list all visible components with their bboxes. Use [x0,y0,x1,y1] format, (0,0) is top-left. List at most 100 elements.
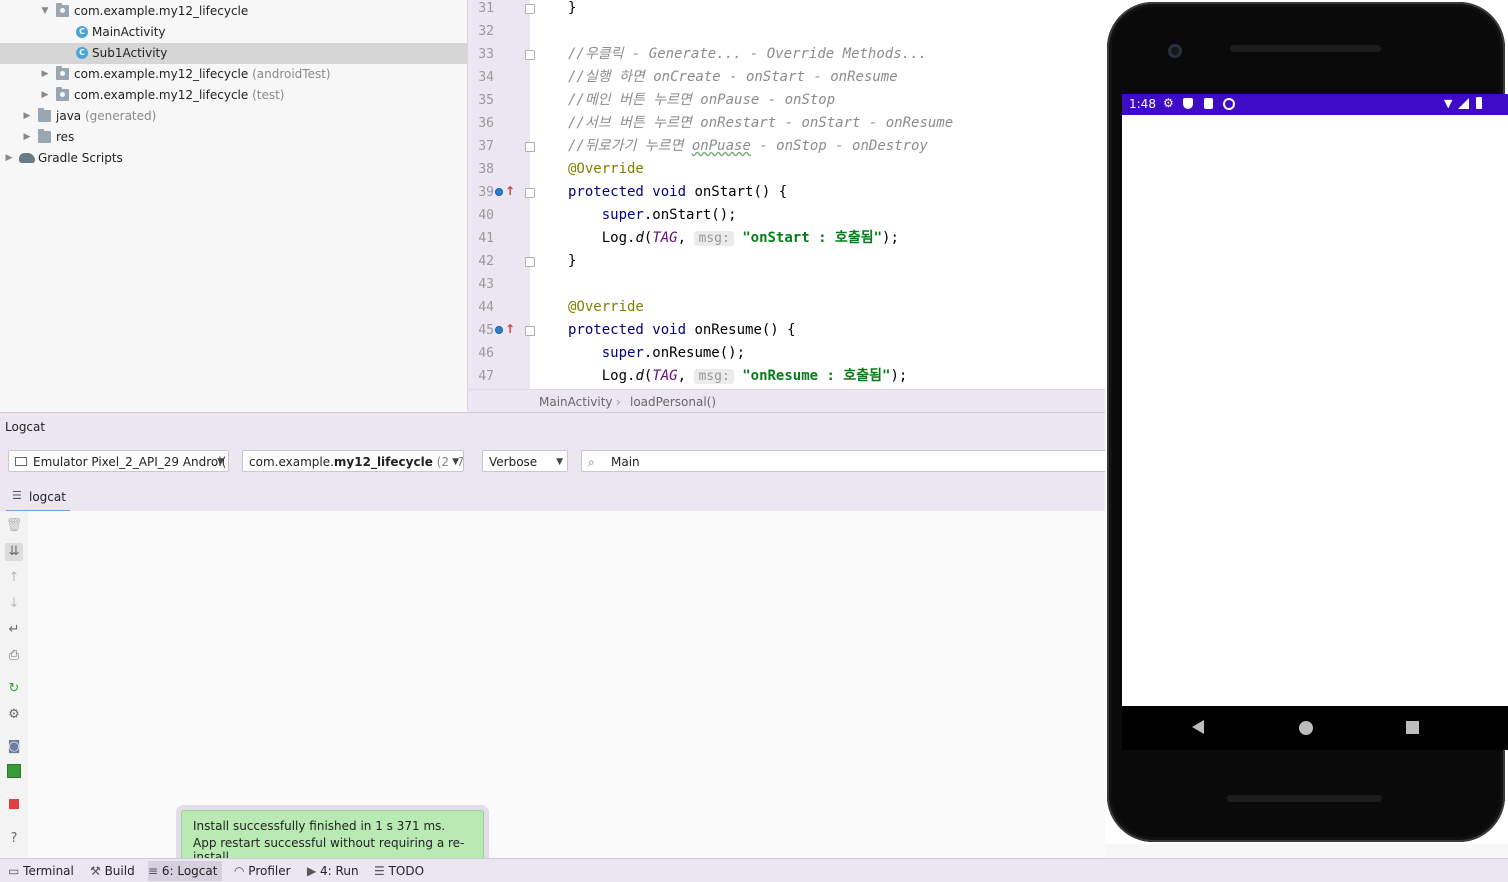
folder-icon [38,129,51,143]
logcat-title: Logcat [5,420,46,434]
chevron-right-icon[interactable]: ▶ [22,127,32,148]
help-icon[interactable]: ? [5,830,23,848]
code-line[interactable]: } [568,250,576,273]
tree-item[interactable]: ▶ com.example.my12_lifecycle (androidTest… [0,64,467,85]
tree-item[interactable]: ▼ com.example.my12_lifecycle [0,1,467,22]
tree-item-label: MainActivity [92,25,166,39]
recents-icon[interactable] [1406,721,1419,734]
logcat-toolbar: Emulator Pixel_2_API_29 Androi( ▼ com.ex… [0,440,1111,484]
line-number: 42 [478,254,494,269]
chevron-right-icon[interactable]: ▶ [40,64,50,85]
home-icon[interactable] [1299,721,1313,735]
logcat-search-input[interactable]: ⌕ Main [581,450,1111,472]
arrow-down-icon[interactable]: ↓ [5,595,23,613]
tree-item[interactable]: ▶ Gradle Scripts [0,148,467,169]
fold-marker-icon[interactable] [525,257,535,267]
code-line[interactable]: //실행 하면 onCreate - onStart - onResume [568,66,898,89]
code-line[interactable]: //뒤로가기 누르면 onPuase - onStop - onDestroy [568,135,928,158]
tree-item-hint: (test) [248,88,285,102]
logcat-icon: ≡ [148,864,162,878]
tool-tab-terminal[interactable]: ▭ Terminal [8,861,78,881]
line-number: 40 [478,208,494,223]
tool-tab-logcat[interactable]: ≡ 6: Logcat [148,861,222,881]
tab-logcat[interactable]: ☰ logcat [6,484,70,512]
code-line[interactable]: //서브 버튼 누르면 onRestart - onStart - onResu… [568,112,953,135]
restart-icon[interactable]: ↻ [5,680,23,698]
no-sync-icon [1223,98,1235,110]
code-line[interactable]: } [568,0,576,20]
soft-wrap-icon[interactable]: ↵ [5,621,23,639]
code-line[interactable]: @Override [568,296,644,319]
code-line[interactable]: protected void onResume() { [568,319,796,342]
phone-speaker-top [1230,45,1381,52]
breadcrumb-class[interactable]: MainActivity [539,395,613,409]
tool-tab-label: Terminal [23,864,74,878]
search-value: Main [611,455,640,469]
fold-marker-icon[interactable] [525,4,535,14]
line-number: 41 [478,231,494,246]
tool-tab-todo[interactable]: ☰ TODO [374,861,426,881]
tree-item[interactable]: C MainActivity [0,22,467,43]
tree-item-label: com.example.my12_lifecycle [74,4,249,18]
scroll-to-end-icon[interactable]: ⇊ [5,543,23,561]
device-icon [15,457,27,466]
override-icon[interactable]: ↑ [495,322,515,336]
logcat-side-toolbar: 🗑 ⇊ ↑ ↓ ↵ ⎙ ↻ ⚙ ◙ ? [0,511,29,857]
trash-icon[interactable]: 🗑 [5,517,23,535]
code-line[interactable]: @Override [568,158,644,181]
process-select[interactable]: com.example.my12_lifecycle (2472 ▼ [242,450,464,472]
chevron-right-icon[interactable]: ▶ [22,106,32,127]
chevron-down-icon: ▼ [217,457,224,467]
tool-tab-run[interactable]: ▶ 4: Run [307,861,363,881]
battery-icon [1476,97,1482,109]
tree-item[interactable]: C Sub1Activity [0,43,467,64]
arrow-up-icon[interactable]: ↑ [5,569,23,587]
code-line[interactable]: Log.d(TAG, msg: "onStart : 호출됨"); [568,227,899,250]
app-screen[interactable] [1122,115,1508,706]
screen-record-icon[interactable] [5,764,23,782]
code-line[interactable]: //우클릭 - Generate... - Override Methods..… [568,43,927,66]
code-line[interactable]: super.onStart(); [568,204,737,227]
class-icon: C [76,47,88,59]
logcat-output[interactable] [28,511,1105,857]
project-pane: ▼ com.example.my12_lifecycle C MainActivity… [0,0,468,411]
fold-marker-icon[interactable] [525,326,535,336]
code-line[interactable]: protected void onStart() { [568,181,787,204]
chevron-down-icon[interactable]: ▼ [40,1,50,22]
fold-marker-icon[interactable] [525,188,535,198]
code-line[interactable]: //메인 버튼 누르면 onPause - onStop [568,89,835,112]
breadcrumb-method[interactable]: loadPersonal() [630,395,716,409]
tree-item-label: com.example.my12_lifecycle (androidTest) [74,67,331,81]
tree-item[interactable]: ▶ java (generated) [0,106,467,127]
log-level-select[interactable]: Verbose ▼ [482,450,568,472]
tree-item-hint: (generated) [81,109,157,123]
line-number: 37 [478,139,494,154]
line-number: 44 [478,300,494,315]
tool-tab-profiler[interactable]: ◠ Profiler [234,861,294,881]
code-line[interactable]: Log.d(TAG, msg: "onResume : 호출됨"); [568,365,907,388]
tool-tab-build[interactable]: ⚒ Build [90,861,140,881]
breadcrumb: MainActivity › loadPersonal() [468,389,1105,413]
print-icon[interactable]: ⎙ [5,647,23,665]
line-number: 31 [478,1,494,16]
tree-item-label: java (generated) [56,109,157,123]
fold-marker-icon[interactable] [525,142,535,152]
override-icon[interactable]: ↑ [495,184,515,198]
chevron-right-icon[interactable]: ▶ [40,85,50,106]
gear-icon[interactable]: ⚙ [5,706,23,724]
tree-item[interactable]: ▶ com.example.my12_lifecycle (test) [0,85,467,106]
code-editor[interactable]: 31 32 33 34 35 36 37 38 39 ↑ 40 41 42 43 44 45 ↑ 46 47 }//… [468,0,1105,389]
install-notification[interactable]: Install successfully finished in 1 s 371… [181,810,484,864]
fold-marker-icon[interactable] [525,50,535,60]
gradle-icon [19,153,35,163]
stop-icon[interactable] [5,797,23,815]
logcat-header: Logcat [0,412,1105,441]
chevron-right-icon[interactable]: ▶ [4,148,14,169]
line-number: 36 [478,116,494,131]
chevron-down-icon: ▼ [556,457,563,467]
tree-item[interactable]: ▶ res [0,127,467,148]
device-select[interactable]: Emulator Pixel_2_API_29 Androi( ▼ [8,450,229,472]
back-icon[interactable] [1192,720,1204,734]
code-line[interactable]: super.onResume(); [568,342,745,365]
camera-icon[interactable]: ◙ [5,738,23,756]
